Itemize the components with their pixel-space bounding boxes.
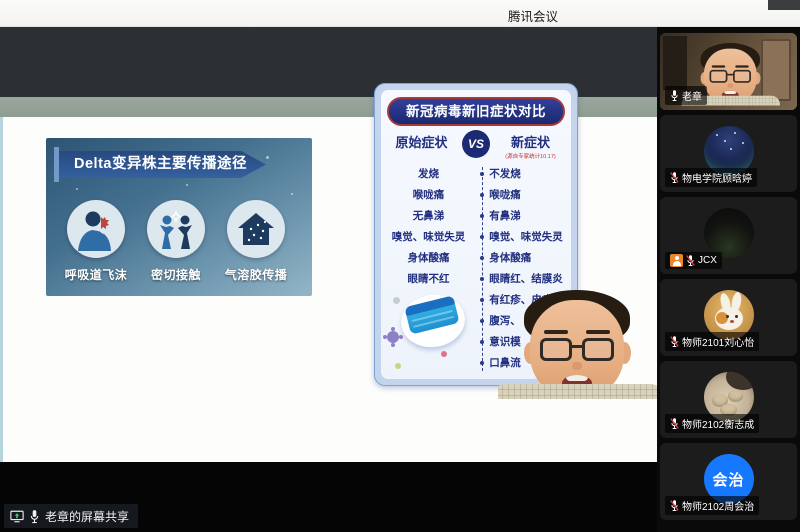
screen-share-icon — [10, 510, 24, 523]
virus-particle-icon — [393, 297, 400, 304]
participant-tile-hengzhicheng[interactable]: 物师2102衡志成 — [660, 361, 797, 438]
window-title-bar: 腾讯会议 — [0, 0, 800, 27]
new-symptoms-subnote: (源自专家统计10.17) — [490, 152, 571, 160]
participant-tile-liuxinyi[interactable]: 物师2101刘心怡 — [660, 279, 797, 356]
vs-badge: VS — [462, 130, 490, 158]
delta-transmission-card: Delta变异株主要传播途径 呼吸道飞沫 — [46, 138, 312, 296]
participant-name: 物师2102周会治 — [682, 498, 754, 513]
participant-tile-guhanting[interactable]: 物电学院顾晗婷 — [660, 115, 797, 192]
participant-name: 物师2101刘心怡 — [682, 334, 754, 349]
house-aerosol-icon — [227, 200, 285, 258]
route-label: 气溶胶传播 — [216, 266, 296, 283]
muted-microphone-icon — [670, 499, 679, 512]
poster-header-row: 原始症状 VS 新症状 (源自专家统计10.17) — [381, 132, 571, 160]
route-respiratory-droplets: 呼吸道飞沫 — [56, 200, 136, 283]
muted-microphone-icon — [686, 254, 695, 267]
muted-microphone-icon — [670, 417, 679, 430]
tencent-meeting-window: 腾讯会议 Delta变异株主要传播途径 — [0, 0, 800, 532]
symptom-row: 嗅觉、味觉失灵嗅觉、味觉失灵 — [381, 226, 571, 247]
presenter-face — [498, 290, 658, 399]
microphone-icon — [670, 89, 679, 102]
avatar — [704, 208, 754, 258]
symptom-row: 眼睛不红眼睛红、结膜炎 — [381, 268, 571, 289]
symptom-row: 发烧不发烧 — [381, 163, 571, 184]
virus-particle-icon — [387, 331, 399, 343]
coughing-person-icon — [67, 200, 125, 258]
route-label: 密切接触 — [136, 266, 216, 283]
delta-card-title: Delta变异株主要传播途径 — [59, 151, 266, 178]
screen-share-indicator: 老章的屏幕共享 — [4, 504, 138, 528]
symptom-row: 身体酸痛身体酸痛 — [381, 247, 571, 268]
symptom-row: 喉咙痛喉咙痛 — [381, 184, 571, 205]
route-close-contact: 密切接触 — [136, 200, 216, 283]
surgical-mask-illustration — [385, 287, 477, 373]
participants-sidebar[interactable]: 老章 物电学院顾晗婷 — [657, 27, 800, 532]
microphone-icon — [29, 509, 40, 524]
virus-particle-icon — [441, 351, 447, 357]
muted-microphone-icon — [670, 171, 679, 184]
banner-accent-stripe — [54, 147, 59, 182]
participant-tile-zhouhuizhi[interactable]: 会治 物师2102周会治 — [660, 443, 797, 520]
route-label: 呼吸道飞沫 — [56, 266, 136, 283]
virus-particle-icon — [395, 363, 401, 369]
poster-title: 新冠病毒新旧症状对比 — [387, 97, 565, 126]
muted-microphone-icon — [670, 335, 679, 348]
app-title: 腾讯会议 — [508, 6, 558, 25]
participant-name: 物电学院顾晗婷 — [682, 170, 752, 185]
participant-name: 老章 — [682, 88, 702, 103]
presenter-camera-overlay — [498, 290, 658, 399]
slide-edge-strip — [0, 117, 3, 462]
corner-notch — [768, 0, 800, 10]
participant-name: JCX — [698, 255, 717, 266]
avatar-initials: 会治 — [712, 469, 744, 490]
participant-tile-jcx[interactable]: JCX — [660, 197, 797, 274]
new-symptoms-header: 新症状 (源自专家统计10.17) — [490, 132, 571, 160]
participant-tile-laozhang[interactable]: 老章 — [660, 33, 797, 110]
hand-raised-badge-icon — [670, 254, 683, 267]
participant-name: 物师2102衡志成 — [682, 416, 754, 431]
high-five-icon — [147, 200, 205, 258]
share-label-text: 老章的屏幕共享 — [45, 508, 129, 525]
route-aerosol: 气溶胶传播 — [216, 200, 296, 283]
old-symptoms-header: 原始症状 — [381, 132, 462, 151]
screen-share-stage: Delta变异株主要传播途径 呼吸道飞沫 — [0, 27, 657, 532]
symptom-row: 无鼻涕有鼻涕 — [381, 205, 571, 226]
